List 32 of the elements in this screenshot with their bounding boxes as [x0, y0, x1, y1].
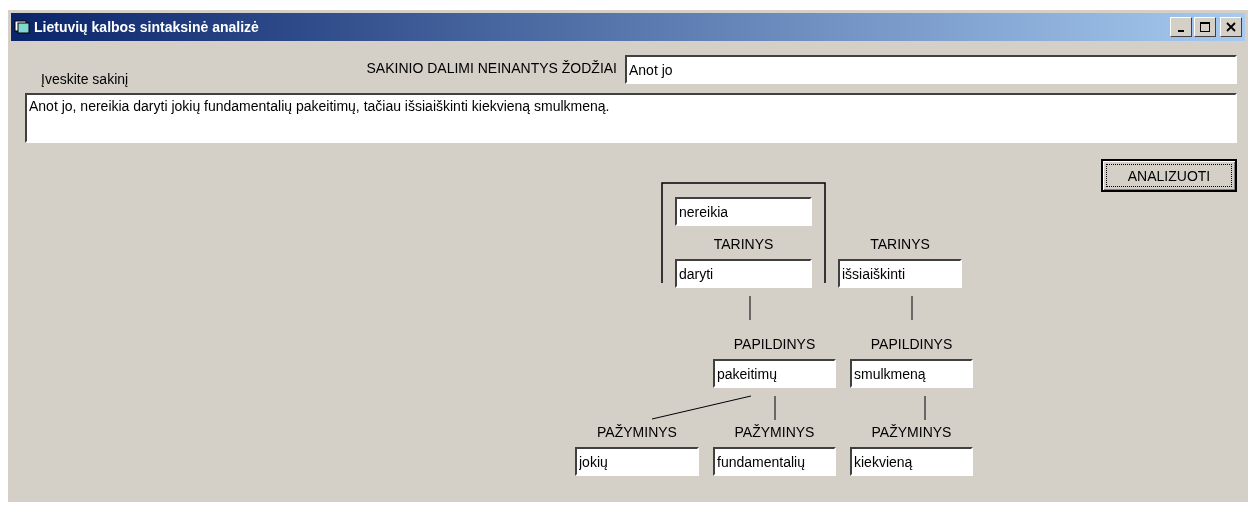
- object-field[interactable]: pakeitimų: [713, 359, 836, 388]
- attribute-label: PAŽYMINYS: [597, 423, 677, 442]
- minimize-button[interactable]: [1170, 17, 1192, 37]
- excluded-words-field[interactable]: Anot jo: [625, 55, 1237, 84]
- window-title: Lietuvių kalbos sintaksinė analizė: [34, 19, 260, 35]
- word-field[interactable]: nereikia: [675, 197, 812, 226]
- close-button[interactable]: [1220, 17, 1242, 37]
- predicate-field[interactable]: daryti: [675, 259, 812, 288]
- sentence-label: Įveskite sakinį: [41, 71, 129, 87]
- maximize-button[interactable]: [1194, 17, 1216, 37]
- attribute-field[interactable]: jokių: [575, 447, 699, 476]
- app-icon: [14, 20, 30, 34]
- predicate-label: TARINYS: [870, 235, 930, 254]
- sentence-field[interactable]: Anot jo, nereikia daryti jokių fundamentalių pakeitimų, tačiau išsiaiškinti kiekvieną smulkmeną.: [25, 93, 1237, 143]
- object-field[interactable]: smulkmeną: [850, 359, 973, 388]
- tree-line: [774, 395, 776, 421]
- object-label: PAPILDINYS: [733, 335, 816, 354]
- excluded-words-label: SAKINIO DALIMI NEINANTYS ŽODŽIAI: [366, 60, 617, 76]
- tree-line: [924, 395, 926, 421]
- predicate-field[interactable]: išsiaiškinti: [838, 259, 962, 288]
- attribute-label: PAŽYMINYS: [734, 423, 815, 442]
- tree-line: [911, 295, 913, 321]
- attribute-label: PAŽYMINYS: [871, 423, 952, 442]
- attribute-field[interactable]: kiekvieną: [850, 447, 973, 476]
- tree-line: [749, 295, 751, 321]
- predicate-label: TARINYS: [713, 235, 774, 254]
- analyze-button[interactable]: ANALIZUOTI: [1101, 159, 1237, 192]
- close-icon: [1226, 22, 1236, 32]
- maximize-icon: [1200, 22, 1210, 32]
- attribute-field[interactable]: fundamentalių: [713, 447, 836, 476]
- minimize-icon: [1178, 30, 1184, 32]
- object-label: PAPILDINYS: [870, 335, 953, 354]
